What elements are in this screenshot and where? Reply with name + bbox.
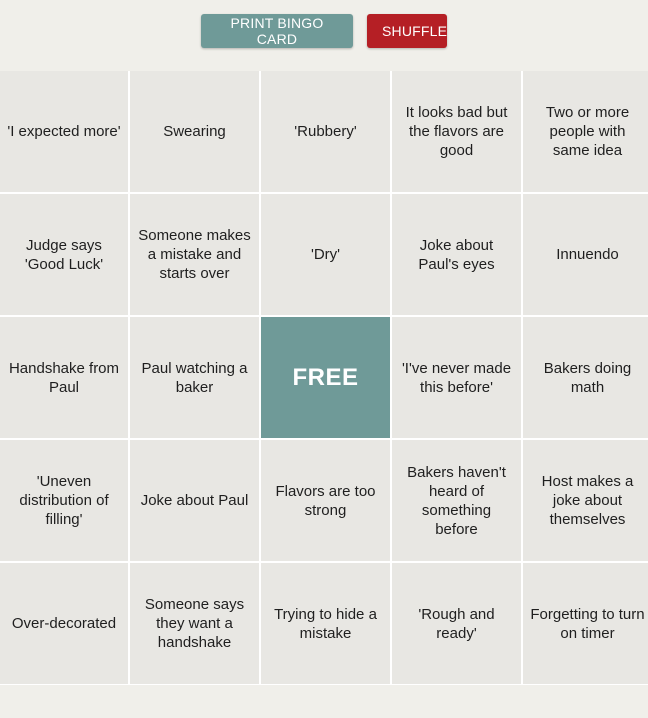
bingo-cell[interactable]: 'Rough and ready' <box>392 563 521 684</box>
free-space-cell: FREE <box>261 317 390 438</box>
bingo-cell[interactable]: Innuendo <box>523 194 648 315</box>
bingo-cell[interactable]: Joke about Paul's eyes <box>392 194 521 315</box>
bingo-cell[interactable]: Joke about Paul <box>130 440 259 561</box>
print-bingo-card-button[interactable]: PRINT BINGO CARD <box>201 14 353 48</box>
bingo-cell[interactable]: 'I expected more' <box>0 71 128 192</box>
bingo-cell[interactable]: 'Uneven distribution of filling' <box>0 440 128 561</box>
bingo-cell[interactable]: Two or more people with same idea <box>523 71 648 192</box>
bingo-board: 'I expected more' Swearing 'Rubbery' It … <box>0 71 648 685</box>
bingo-cell[interactable]: Over-decorated <box>0 563 128 684</box>
bingo-cell[interactable]: Trying to hide a mistake <box>261 563 390 684</box>
bingo-cell[interactable]: Swearing <box>130 71 259 192</box>
bingo-cell[interactable]: Handshake from Paul <box>0 317 128 438</box>
bingo-cell[interactable]: Bakers doing math <box>523 317 648 438</box>
bingo-cell[interactable]: Paul watching a baker <box>130 317 259 438</box>
bingo-cell[interactable]: It looks bad but the flavors are good <box>392 71 521 192</box>
bingo-cell[interactable]: Someone says they want a handshake <box>130 563 259 684</box>
shuffle-button[interactable]: SHUFFLE <box>367 14 447 48</box>
bingo-cell[interactable]: 'Rubbery' <box>261 71 390 192</box>
bingo-cell[interactable]: Someone makes a mistake and starts over <box>130 194 259 315</box>
bingo-cell[interactable]: 'Dry' <box>261 194 390 315</box>
bingo-cell[interactable]: 'I've never made this before' <box>392 317 521 438</box>
bingo-cell[interactable]: Judge says 'Good Luck' <box>0 194 128 315</box>
bingo-cell[interactable]: Bakers haven't heard of something before <box>392 440 521 561</box>
bingo-cell[interactable]: Host makes a joke about themselves <box>523 440 648 561</box>
bingo-cell[interactable]: Forgetting to turn on timer <box>523 563 648 684</box>
bingo-cell[interactable]: Flavors are too strong <box>261 440 390 561</box>
toolbar: PRINT BINGO CARD SHUFFLE <box>0 14 648 48</box>
